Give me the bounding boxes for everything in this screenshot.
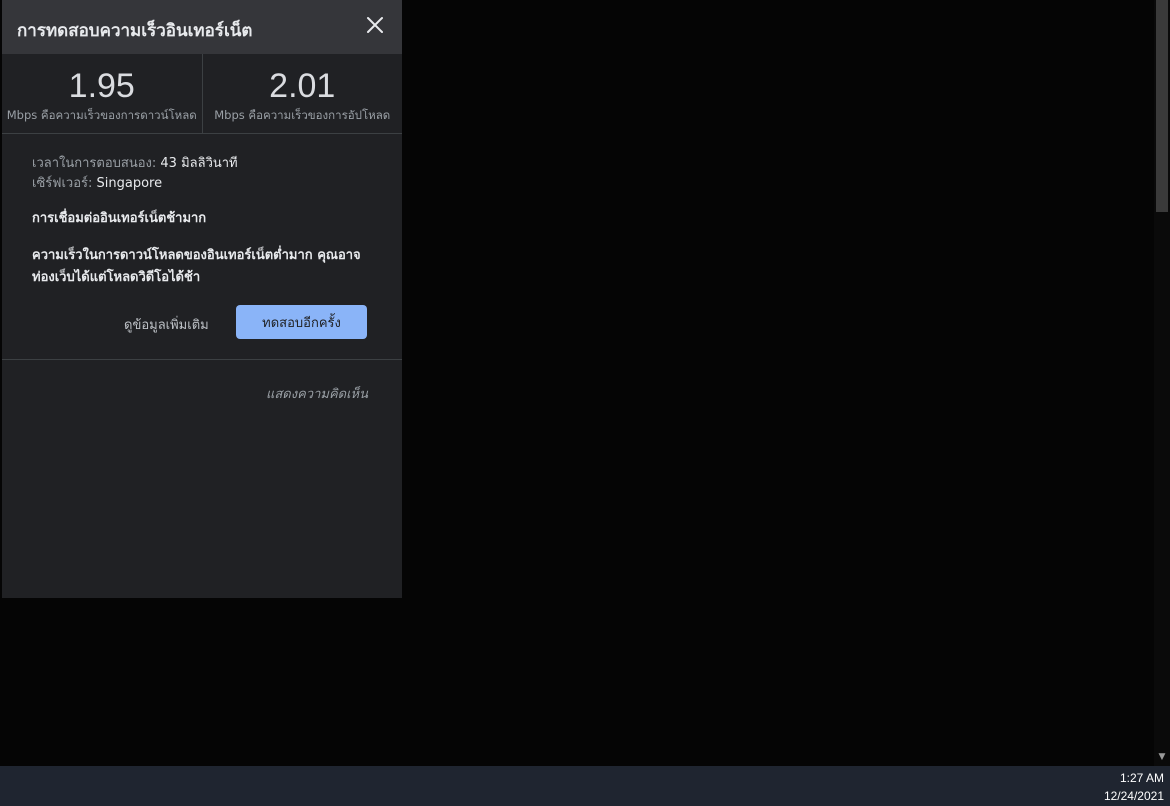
speed-test-panel: การทดสอบความเร็วอินเทอร์เน็ต 1.95 Mbps ค…	[2, 0, 402, 598]
latency-label: เวลาในการตอบสนอง:	[32, 156, 161, 171]
feedback-link[interactable]: แสดงความคิดเห็น	[266, 383, 368, 404]
upload-speed-value: 2.01	[269, 67, 336, 105]
upload-speed-caption: Mbps คือความเร็วของการอัปโหลด	[214, 108, 391, 122]
speed-results: 1.95 Mbps คือความเร็วของการดาวน์โหลด 2.0…	[2, 54, 402, 134]
clock-date: 12/24/2021	[1103, 789, 1164, 803]
server-line: เซิร์ฟเวอร์: Singapore	[32, 174, 402, 194]
download-result: 1.95 Mbps คือความเร็วของการดาวน์โหลด	[2, 54, 202, 133]
panel-header: การทดสอบความเร็วอินเทอร์เน็ต	[2, 0, 402, 54]
desktop-background: ▼ การทดสอบความเร็วอินเทอร์เน็ต 1.95 Mbps…	[0, 0, 1170, 766]
more-info-link[interactable]: ดูข้อมูลเพิ่มเติม	[124, 314, 209, 335]
server-label: เซิร์ฟเวอร์:	[32, 176, 97, 191]
clock-time: 1:27 AM	[1119, 771, 1164, 785]
scrollbar-thumb[interactable]	[1156, 0, 1168, 212]
taskbar-clock[interactable]: 1:27 AM 12/24/2021	[1104, 769, 1164, 805]
panel-actions: ดูข้อมูลเพิ่มเติม ทดสอบอีกครั้ง	[2, 304, 402, 340]
download-speed-caption: Mbps คือความเร็วของการดาวน์โหลด	[6, 108, 197, 122]
taskbar: 1:27 AM 12/24/2021	[0, 766, 1170, 806]
latency-value: 43 มิลลิวินาที	[160, 156, 238, 171]
vertical-scrollbar[interactable]: ▼	[1154, 0, 1170, 766]
latency-line: เวลาในการตอบสนอง: 43 มิลลิวินาที	[32, 154, 402, 174]
retry-button[interactable]: ทดสอบอีกครั้ง	[236, 305, 367, 339]
panel-title: การทดสอบความเร็วอินเทอร์เน็ต	[17, 21, 253, 41]
server-value: Singapore	[96, 176, 163, 191]
connection-description: ความเร็วในการดาวน์โหลดของอินเทอร์เน็ตต่ำ…	[32, 248, 361, 285]
upload-result: 2.01 Mbps คือความเร็วของการอัปโหลด	[201, 54, 403, 133]
close-icon[interactable]	[364, 14, 386, 36]
scroll-down-arrow-icon[interactable]: ▼	[1154, 750, 1170, 764]
test-details: เวลาในการตอบสนอง: 43 มิลลิวินาที เซิร์ฟเ…	[2, 134, 402, 289]
connection-status: การเชื่อมต่ออินเทอร์เน็ตช้ามาก	[32, 211, 207, 226]
panel-divider	[2, 359, 402, 360]
download-speed-value: 1.95	[68, 67, 135, 105]
